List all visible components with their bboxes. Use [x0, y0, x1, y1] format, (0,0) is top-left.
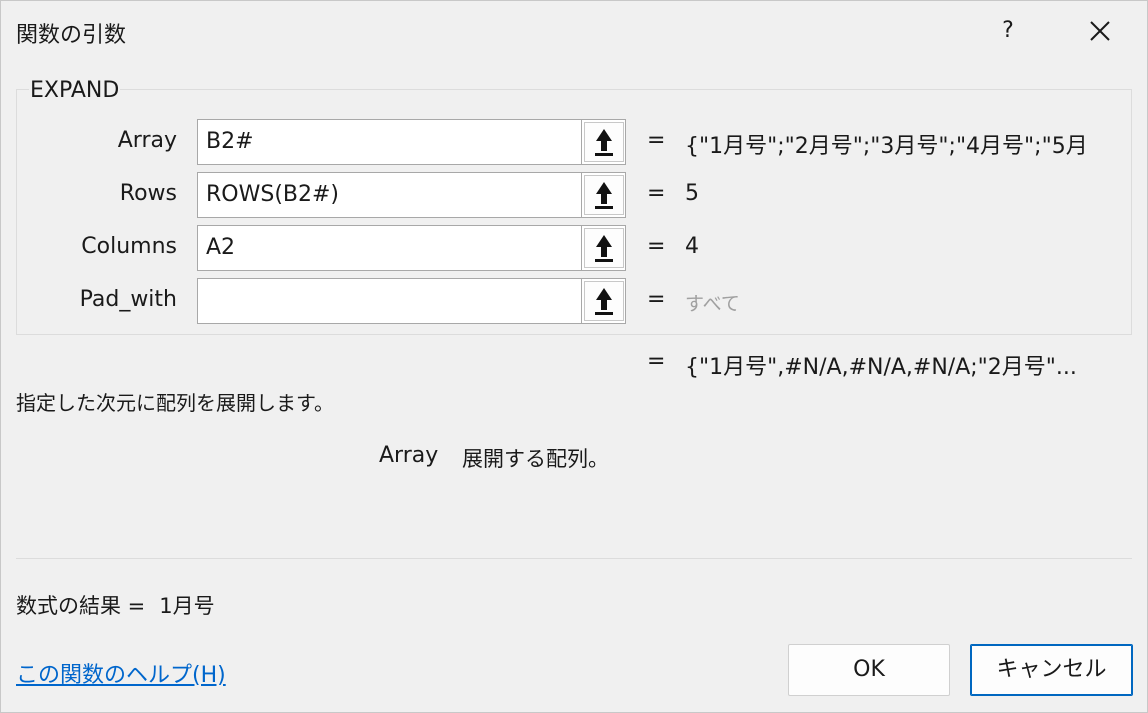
- collapse-button-pad-with[interactable]: [581, 278, 626, 324]
- cancel-button[interactable]: キャンセル: [970, 644, 1133, 696]
- arg-result-array: {"1月号";"2月号";"3月号";"4月号";"5月: [685, 134, 1088, 159]
- arg-label-pad-with: Pad_with: [79, 287, 177, 312]
- arg-equals: =: [647, 234, 666, 259]
- up-arrow-icon: [594, 182, 613, 209]
- formula-result: 数式の結果 = 1月号: [16, 590, 215, 620]
- help-button[interactable]: ?: [983, 9, 1033, 53]
- collapse-button-rows[interactable]: [581, 172, 626, 218]
- arg-result-columns: 4: [685, 234, 699, 259]
- arg-equals: =: [647, 128, 666, 153]
- arg-label-rows: Rows: [119, 181, 177, 206]
- ok-button[interactable]: OK: [788, 644, 950, 696]
- arg-label-columns: Columns: [81, 234, 177, 259]
- function-result-value: {"1月号",#N/A,#N/A,#N/A;"2月号"...: [685, 355, 1077, 380]
- arg-label-array: Array: [117, 128, 177, 153]
- arg-input-array[interactable]: B2#: [197, 119, 583, 165]
- arg-input-pad-with[interactable]: [197, 278, 583, 324]
- function-arguments-dialog: 関数の引数 ? EXPAND Array B2# = {"1月号";"2月号";…: [0, 0, 1148, 713]
- arg-equals: =: [647, 181, 666, 206]
- up-arrow-icon: [594, 235, 613, 262]
- divider: [16, 558, 1132, 559]
- title-bar: 関数の引数 ?: [1, 1, 1148, 61]
- close-button[interactable]: [1073, 9, 1127, 53]
- arg-help-name: Array: [379, 443, 439, 468]
- arg-input-rows[interactable]: ROWS(B2#): [197, 172, 583, 218]
- arg-input-columns[interactable]: A2: [197, 225, 583, 271]
- arg-help-text: 展開する配列。: [462, 447, 609, 471]
- function-help-link[interactable]: この関数のヘルプ(H): [16, 657, 226, 689]
- formula-result-value: 1月号: [159, 594, 215, 618]
- collapse-button-columns[interactable]: [581, 225, 626, 271]
- up-arrow-icon: [594, 129, 613, 156]
- arg-equals: =: [647, 287, 666, 312]
- close-icon: [1090, 21, 1110, 41]
- formula-result-label: 数式の結果 =: [16, 594, 146, 618]
- arg-result-rows: 5: [685, 181, 699, 206]
- function-description: 指定した次元に配列を展開します。: [16, 391, 334, 415]
- function-name: EXPAND: [29, 78, 121, 103]
- collapse-button-array[interactable]: [581, 119, 626, 165]
- arg-result-pad-with: すべて: [685, 293, 740, 315]
- dialog-title: 関数の引数: [16, 23, 127, 48]
- function-result-equals: =: [647, 349, 666, 374]
- up-arrow-icon: [594, 288, 613, 315]
